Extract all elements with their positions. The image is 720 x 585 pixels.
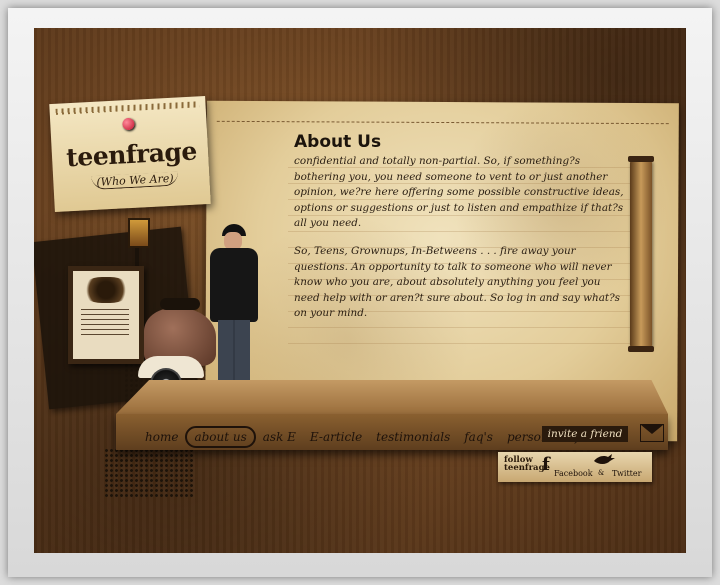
pushpin-icon	[122, 117, 135, 131]
nav-platform	[116, 380, 668, 414]
logo-card[interactable]: teenfrage (Who We Are)	[49, 95, 211, 213]
scroll-rod[interactable]	[628, 156, 654, 352]
invite-friend-button[interactable]: invite a friend	[542, 426, 628, 442]
brand-tagline: (Who We Are)	[91, 171, 179, 191]
framed-poster	[68, 266, 144, 364]
body-paragraph-1: confidential and totally non-partial. So…	[294, 155, 624, 230]
nav-about-us[interactable]: about us	[185, 426, 256, 448]
page-title: About Us	[294, 132, 382, 152]
main-nav: home about us ask E E-article testimonia…	[138, 426, 594, 448]
poster-text-lines	[81, 309, 129, 339]
mail-icon[interactable]	[640, 424, 664, 442]
lamp-icon	[128, 218, 150, 248]
nav-e-article[interactable]: E-article	[303, 428, 369, 446]
twitter-bird-icon[interactable]	[592, 452, 616, 466]
person-torso	[210, 248, 258, 322]
twitter-link[interactable]: Twitter	[612, 469, 641, 478]
nav-faqs[interactable]: faq's	[457, 428, 500, 446]
brand-logo: teenfrage	[65, 136, 198, 173]
page-stage: About Us confidential and totally non-pa…	[34, 28, 686, 553]
scooter-seat	[160, 298, 200, 310]
nav-home[interactable]: home	[138, 428, 185, 446]
page-body: confidential and totally non-partial. So…	[294, 154, 628, 334]
nav-ask-e[interactable]: ask E	[256, 428, 303, 446]
follow-tag: follow teenfrage f Facebook & Twitter	[498, 452, 652, 482]
facebook-icon[interactable]: f	[542, 454, 550, 475]
body-paragraph-2: So, Teens, Grownups, In-Betweens . . . f…	[294, 244, 620, 320]
nav-testimonials[interactable]: testimonials	[369, 428, 457, 446]
poster-illustration	[81, 277, 131, 303]
facebook-link[interactable]: Facebook	[554, 469, 593, 478]
halftone-decoration-bottom	[104, 448, 194, 498]
follow-ampersand: &	[598, 469, 605, 477]
